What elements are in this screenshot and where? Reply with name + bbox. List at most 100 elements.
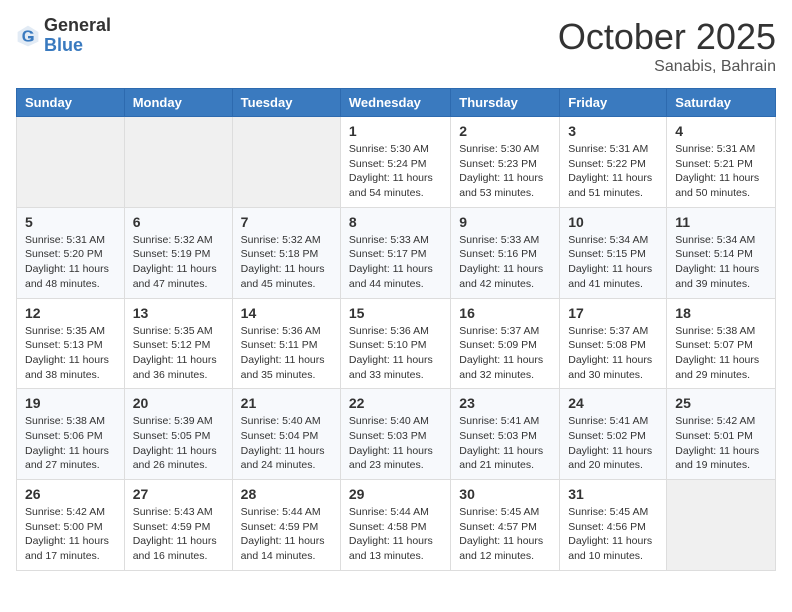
title-block: October 2025 Sanabis, Bahrain (558, 16, 776, 76)
daylight-text: Daylight: 11 hours and 12 minutes. (459, 535, 543, 562)
day-number: 18 (675, 305, 767, 321)
day-number: 14 (241, 305, 332, 321)
daylight-text: Daylight: 11 hours and 23 minutes. (349, 445, 433, 472)
daylight-text: Daylight: 11 hours and 50 minutes. (675, 172, 759, 199)
day-info: Sunrise: 5:36 AMSunset: 5:11 PMDaylight:… (241, 324, 332, 383)
daylight-text: Daylight: 11 hours and 17 minutes. (25, 535, 109, 562)
sunset-text: Sunset: 5:23 PM (459, 158, 537, 170)
calendar-cell: 18Sunrise: 5:38 AMSunset: 5:07 PMDayligh… (667, 298, 776, 389)
day-info: Sunrise: 5:43 AMSunset: 4:59 PMDaylight:… (133, 505, 224, 564)
day-number: 26 (25, 486, 116, 502)
calendar-cell (232, 117, 340, 208)
weekday-header-monday: Monday (124, 89, 232, 117)
calendar-cell (124, 117, 232, 208)
calendar-cell: 21 Sunrise: 5:40 AMSunset: 5:04 PMDayligh… (232, 389, 340, 480)
sunrise-text: Sunrise: 5:41 AM (568, 415, 648, 427)
day-number: 24 (568, 395, 658, 411)
day-number: 7 (241, 214, 332, 230)
sunset-text: Sunset: 5:02 PM (568, 430, 646, 442)
sunrise-text: Sunrise: 5:35 AM (25, 325, 105, 337)
day-number: 9 (459, 214, 551, 230)
sunrise-text: Sunrise: 5:31 AM (675, 143, 755, 155)
sunset-text: Sunset: 4:58 PM (349, 521, 427, 533)
day-number: 17 (568, 305, 658, 321)
sunset-text: Sunset: 5:19 PM (133, 248, 211, 260)
sunrise-text: Sunrise: 5:34 AM (675, 234, 755, 246)
calendar-cell: 14 Sunrise: 5:36 AMSunset: 5:11 PMDayligh… (232, 298, 340, 389)
sunrise-text: Sunrise: 5:44 AM (349, 506, 429, 518)
weekday-header-saturday: Saturday (667, 89, 776, 117)
day-info: Sunrise: 5:33 AM Sunset: 5:17 PM Daylight:… (349, 233, 442, 292)
day-info: Sunrise: 5:32 AMSunset: 5:18 PMDaylight:… (241, 233, 332, 292)
sunset-text: Sunset: 5:17 PM (349, 248, 427, 260)
daylight-text: Daylight: 11 hours and 21 minutes. (459, 445, 543, 472)
day-info: Sunrise: 5:30 AMSunset: 5:23 PMDaylight:… (459, 142, 551, 201)
sunrise-text: Sunrise: 5:44 AM (241, 506, 321, 518)
day-info: Sunrise: 5:31 AMSunset: 5:20 PMDaylight:… (25, 233, 116, 292)
daylight-text: Daylight: 11 hours and 44 minutes. (349, 263, 433, 290)
sunset-text: Sunset: 5:04 PM (241, 430, 319, 442)
daylight-text: Daylight: 11 hours and 16 minutes. (133, 535, 217, 562)
calendar-cell: 2Sunrise: 5:30 AMSunset: 5:23 PMDaylight… (451, 117, 560, 208)
calendar-cell: 20Sunrise: 5:39 AMSunset: 5:05 PMDayligh… (124, 389, 232, 480)
day-info: Sunrise: 5:30 AMSunset: 5:24 PMDaylight:… (349, 142, 442, 201)
sunrise-text: Sunrise: 5:30 AM (459, 143, 539, 155)
day-info: Sunrise: 5:38 AMSunset: 5:06 PMDaylight:… (25, 414, 116, 473)
sunrise-text: Sunrise: 5:40 AM (349, 415, 429, 427)
day-number: 3 (568, 123, 658, 139)
calendar-cell: 3Sunrise: 5:31 AMSunset: 5:22 PMDaylight… (560, 117, 667, 208)
sunrise-text: Sunrise: 5:33 AM (349, 234, 429, 246)
sunrise-text: Sunrise: 5:36 AM (241, 325, 321, 337)
logo-text: General Blue (44, 16, 111, 56)
daylight-text: Daylight: 11 hours and 41 minutes. (568, 263, 652, 290)
sunset-text: Sunset: 5:01 PM (675, 430, 753, 442)
page-header: General Blue October 2025 Sanabis, Bahra… (16, 16, 776, 76)
sunset-text: Sunset: 5:24 PM (349, 158, 427, 170)
day-number: 25 (675, 395, 767, 411)
calendar-cell: 4Sunrise: 5:31 AMSunset: 5:21 PMDaylight… (667, 117, 776, 208)
daylight-text: Daylight: 11 hours and 14 minutes. (241, 535, 325, 562)
calendar-cell: 12Sunrise: 5:35 AMSunset: 5:13 PMDayligh… (17, 298, 125, 389)
day-info: Sunrise: 5:40 AMSunset: 5:03 PMDaylight:… (349, 414, 442, 473)
calendar-cell: 15 Sunrise: 5:36 AMSunset: 5:10 PMDayligh… (340, 298, 450, 389)
day-number: 28 (241, 486, 332, 502)
weekday-header-tuesday: Tuesday (232, 89, 340, 117)
day-info: Sunrise: 5:37 AMSunset: 5:08 PMDaylight:… (568, 324, 658, 383)
sunrise-text: Sunrise: 5:43 AM (133, 506, 213, 518)
sunrise-text: Sunrise: 5:39 AM (133, 415, 213, 427)
logo: General Blue (16, 16, 111, 56)
calendar-week-2: 5Sunrise: 5:31 AMSunset: 5:20 PMDaylight… (17, 207, 776, 298)
sunrise-text: Sunrise: 5:34 AM (568, 234, 648, 246)
calendar-cell: 9Sunrise: 5:33 AMSunset: 5:16 PMDaylight… (451, 207, 560, 298)
day-number: 19 (25, 395, 116, 411)
day-info: Sunrise: 5:40 AMSunset: 5:04 PMDaylight:… (241, 414, 332, 473)
daylight-text: Daylight: 11 hours and 13 minutes. (349, 535, 433, 562)
sunset-text: Sunset: 5:06 PM (25, 430, 103, 442)
sunset-text: Sunset: 5:16 PM (459, 248, 537, 260)
calendar-cell: 7 Sunrise: 5:32 AMSunset: 5:18 PMDaylight… (232, 207, 340, 298)
sunset-text: Sunset: 4:57 PM (459, 521, 537, 533)
day-number: 6 (133, 214, 224, 230)
sunrise-text: Sunrise: 5:31 AM (25, 234, 105, 246)
location: Sanabis, Bahrain (558, 58, 776, 76)
sunrise-text: Sunrise: 5:37 AM (568, 325, 648, 337)
day-number: 2 (459, 123, 551, 139)
sunrise-text: Sunrise: 5:33 AM (459, 234, 539, 246)
day-info: Sunrise: 5:35 AMSunset: 5:13 PMDaylight:… (25, 324, 116, 383)
day-info: Sunrise: 5:44 AM Sunset: 4:58 PM Daylight:… (349, 505, 442, 564)
sunrise-text: Sunrise: 5:38 AM (675, 325, 755, 337)
sunrise-text: Sunrise: 5:42 AM (25, 506, 105, 518)
sunrise-text: Sunrise: 5:41 AM (459, 415, 539, 427)
sunrise-text: Sunrise: 5:42 AM (675, 415, 755, 427)
day-info: Sunrise: 5:36 AMSunset: 5:10 PMDaylight:… (349, 324, 442, 383)
weekday-header-wednesday: Wednesday (340, 89, 450, 117)
calendar-week-4: 19 Sunrise: 5:38 AMSunset: 5:06 PMDayligh… (17, 389, 776, 480)
day-number: 21 (241, 395, 332, 411)
day-info: Sunrise: 5:41 AMSunset: 5:03 PMDaylight:… (459, 414, 551, 473)
calendar-cell (667, 480, 776, 571)
day-info: Sunrise: 5:34 AMSunset: 5:15 PMDaylight:… (568, 233, 658, 292)
day-info: Sunrise: 5:45 AMSunset: 4:57 PMDaylight:… (459, 505, 551, 564)
daylight-text: Daylight: 11 hours and 47 minutes. (133, 263, 217, 290)
daylight-text: Daylight: 11 hours and 32 minutes. (459, 354, 543, 381)
day-number: 15 (349, 305, 442, 321)
